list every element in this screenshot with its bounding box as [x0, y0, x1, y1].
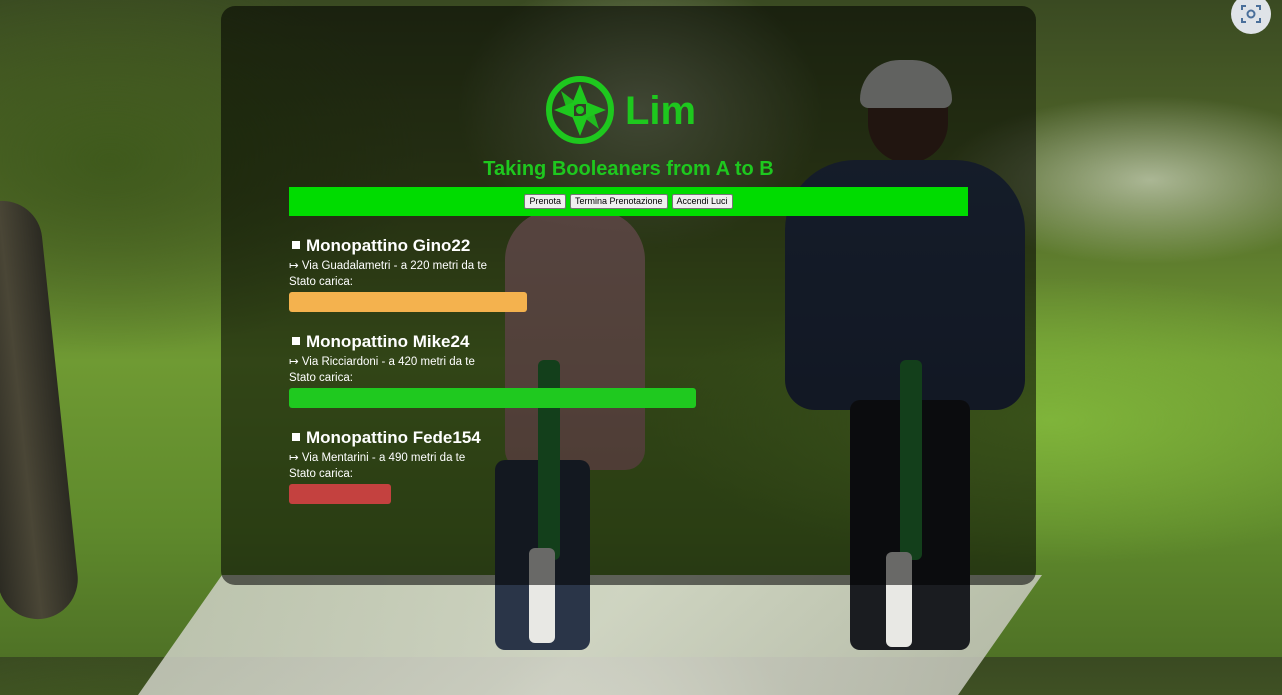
scooter-name-row: Monopattino Fede154 [289, 426, 968, 450]
brand-wordmark: Lim [625, 89, 696, 132]
action-bar: Prenota Termina Prenotazione Accendi Luc… [289, 187, 968, 216]
charge-bar [289, 484, 391, 504]
charge-label: Stato carica: [289, 276, 353, 288]
charge-label: Stato carica: [289, 468, 353, 480]
scooter-list: Monopattino Gino22 ↦ Via Guadalametri - … [289, 234, 968, 522]
svg-text:Lim: Lim [625, 89, 696, 132]
scooter-card[interactable]: Monopattino Mike24 ↦ Via Ricciardoni - a… [289, 330, 968, 426]
scooter-location: ↦ Via Mentarini - a 490 metri da te [289, 452, 466, 464]
scooter-name: Monopattino Mike24 [306, 332, 470, 351]
scooter-location: ↦ Via Guadalametri - a 220 metri da te [289, 260, 487, 272]
charge-bar [289, 292, 527, 312]
tagline: Taking Booleaners from A to B [483, 158, 774, 180]
main-panel: Lim Taking Booleaners from A to B Prenot… [221, 6, 1036, 585]
charge-label: Stato carica: [289, 372, 353, 384]
bullet-square-icon [292, 241, 300, 249]
scooter-card[interactable]: Monopattino Fede154 ↦ Via Mentarini - a … [289, 426, 968, 522]
termina-prenotazione-button[interactable]: Termina Prenotazione [569, 194, 668, 209]
tree-trunk [0, 196, 82, 624]
bullet-square-icon [292, 433, 300, 441]
scooter-name-row: Monopattino Gino22 [289, 234, 968, 258]
scooter-card[interactable]: Monopattino Gino22 ↦ Via Guadalametri - … [289, 234, 968, 330]
screen-capture-icon [1241, 5, 1261, 23]
screenshot-button[interactable] [1231, 0, 1271, 34]
scooter-location: ↦ Via Ricciardoni - a 420 metri da te [289, 356, 475, 368]
accendi-luci-button[interactable]: Accendi Luci [671, 194, 733, 209]
scooter-name: Monopattino Fede154 [306, 428, 481, 447]
scooter-name: Monopattino Gino22 [306, 236, 471, 255]
prenota-button[interactable]: Prenota [524, 194, 566, 209]
scooter-name-row: Monopattino Mike24 [289, 330, 968, 354]
charge-bar [289, 388, 696, 408]
bullet-square-icon [292, 337, 300, 345]
